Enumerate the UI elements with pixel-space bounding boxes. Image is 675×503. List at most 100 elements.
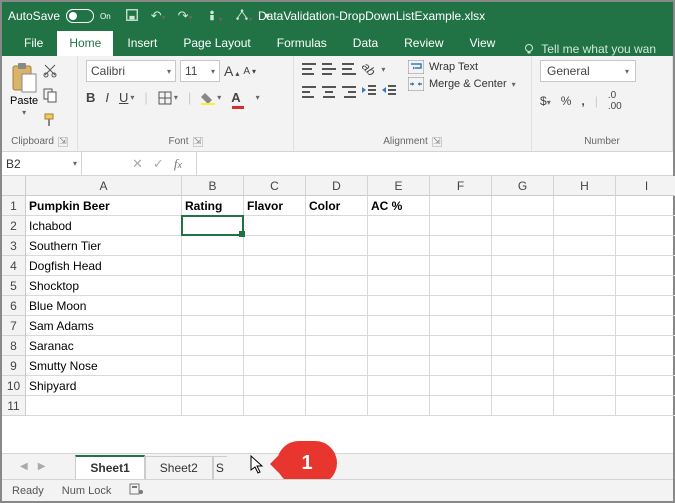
increase-indent-button[interactable] — [382, 84, 396, 99]
cell[interactable] — [430, 296, 492, 316]
clipboard-launcher[interactable]: ⇲ — [58, 137, 68, 147]
comma-format-button[interactable]: , — [581, 94, 584, 108]
font-size-combo[interactable]: 11▾ — [180, 60, 220, 82]
cell[interactable]: Dogfish Head — [26, 256, 182, 276]
cell[interactable] — [492, 276, 554, 296]
cell[interactable] — [368, 216, 430, 236]
cell[interactable] — [430, 216, 492, 236]
sheet-tab-sheet2[interactable]: Sheet2 — [145, 456, 213, 479]
sheet-nav-next[interactable]: ▶ — [38, 461, 46, 472]
tab-file[interactable]: File — [12, 31, 55, 56]
column-header[interactable]: D — [306, 176, 368, 196]
cell[interactable] — [244, 276, 306, 296]
cell[interactable] — [182, 216, 244, 236]
cell[interactable]: Rating — [182, 196, 244, 216]
cell[interactable] — [306, 316, 368, 336]
cell[interactable] — [616, 256, 675, 276]
cell[interactable] — [430, 376, 492, 396]
cell[interactable] — [244, 316, 306, 336]
fx-icon[interactable]: fx — [174, 156, 186, 172]
cell[interactable] — [306, 216, 368, 236]
cell[interactable] — [244, 256, 306, 276]
cell[interactable] — [182, 396, 244, 416]
cell[interactable] — [430, 196, 492, 216]
align-bottom-button[interactable] — [342, 63, 356, 75]
tab-home[interactable]: Home — [57, 31, 113, 56]
row-header[interactable]: 1 — [2, 196, 26, 216]
format-painter-icon[interactable] — [42, 112, 58, 133]
column-header[interactable]: C — [244, 176, 306, 196]
cell[interactable] — [244, 396, 306, 416]
cell[interactable] — [244, 336, 306, 356]
cell[interactable] — [368, 356, 430, 376]
name-box[interactable]: B2▾ — [2, 152, 82, 175]
borders-button[interactable]: ▾ — [158, 91, 178, 105]
cell[interactable] — [554, 336, 616, 356]
cell[interactable] — [492, 376, 554, 396]
column-header[interactable]: A — [26, 176, 182, 196]
cancel-formula-icon[interactable]: ✕ — [132, 156, 143, 172]
bold-button[interactable]: B — [86, 90, 95, 105]
font-name-combo[interactable]: Calibri▾ — [86, 60, 176, 82]
autosave-control[interactable]: AutoSave On — [8, 9, 111, 23]
cell[interactable] — [244, 236, 306, 256]
cell[interactable] — [554, 236, 616, 256]
cell[interactable] — [306, 276, 368, 296]
fill-color-button[interactable]: ▾ — [201, 91, 221, 105]
sheet-tab-hidden[interactable]: S — [213, 456, 227, 479]
cell[interactable] — [492, 296, 554, 316]
tell-me[interactable]: Tell me what you wan — [523, 42, 656, 56]
cell[interactable]: Shocktop — [26, 276, 182, 296]
row-header[interactable]: 3 — [2, 236, 26, 256]
touch-mode-icon[interactable]: ▾ — [205, 8, 223, 25]
tab-insert[interactable]: Insert — [115, 31, 169, 56]
row-header[interactable]: 2 — [2, 216, 26, 236]
cell[interactable] — [430, 316, 492, 336]
cell[interactable] — [554, 296, 616, 316]
cut-icon[interactable] — [42, 62, 58, 83]
cell[interactable] — [368, 256, 430, 276]
cell[interactable] — [554, 256, 616, 276]
enter-formula-icon[interactable]: ✓ — [153, 156, 164, 172]
cell[interactable] — [182, 276, 244, 296]
tab-page-layout[interactable]: Page Layout — [171, 31, 262, 56]
cell[interactable] — [616, 276, 675, 296]
cell[interactable] — [182, 336, 244, 356]
formula-input[interactable] — [197, 152, 673, 175]
cell[interactable] — [306, 356, 368, 376]
row-header[interactable]: 10 — [2, 376, 26, 396]
font-launcher[interactable]: ⇲ — [193, 137, 203, 147]
tab-view[interactable]: View — [458, 31, 508, 56]
cell[interactable] — [554, 316, 616, 336]
cell[interactable] — [492, 356, 554, 376]
row-header[interactable]: 6 — [2, 296, 26, 316]
tab-review[interactable]: Review — [392, 31, 455, 56]
cell-grid[interactable]: ABCDEFGHI 1234567891011 Pumpkin BeerRati… — [2, 176, 673, 420]
column-header[interactable]: H — [554, 176, 616, 196]
cell[interactable] — [182, 356, 244, 376]
cell[interactable] — [554, 376, 616, 396]
increase-decimal-button[interactable]: .0.00 — [608, 90, 622, 112]
column-header[interactable]: B — [182, 176, 244, 196]
cell[interactable] — [492, 256, 554, 276]
accounting-format-button[interactable]: $▾ — [540, 94, 551, 108]
macro-record-icon[interactable] — [129, 483, 143, 498]
alignment-launcher[interactable]: ⇲ — [432, 137, 442, 147]
cell[interactable] — [368, 276, 430, 296]
column-header[interactable]: E — [368, 176, 430, 196]
cell[interactable] — [430, 356, 492, 376]
cell[interactable] — [368, 316, 430, 336]
cell[interactable] — [554, 196, 616, 216]
cell[interactable] — [430, 396, 492, 416]
cell[interactable] — [616, 316, 675, 336]
orientation-button[interactable]: ab — [359, 59, 378, 78]
cell[interactable] — [306, 236, 368, 256]
row-header[interactable]: 4 — [2, 256, 26, 276]
cell[interactable] — [368, 296, 430, 316]
decrease-indent-button[interactable] — [362, 84, 376, 99]
sheet-nav-prev[interactable]: ◀ — [20, 461, 28, 472]
cell[interactable] — [182, 376, 244, 396]
network-icon[interactable]: ▾ — [235, 8, 253, 25]
cell[interactable] — [492, 216, 554, 236]
cell[interactable] — [492, 336, 554, 356]
